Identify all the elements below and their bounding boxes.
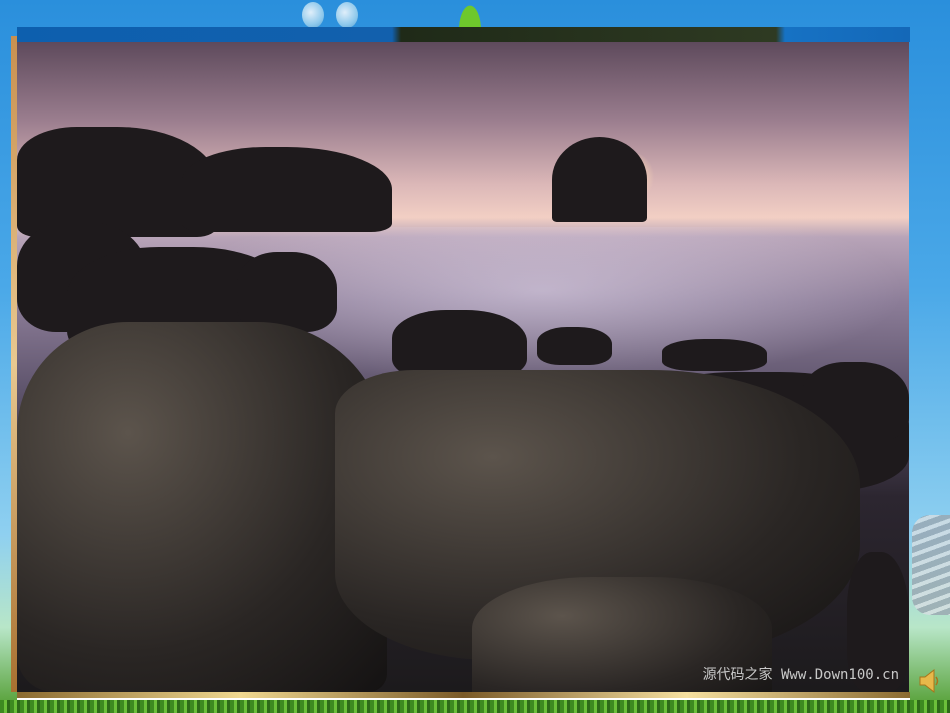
- bubble-decoration: [336, 2, 358, 28]
- rock: [237, 252, 337, 332]
- watermark-text: 源代码之家 Www.Down100.cn: [702, 667, 899, 683]
- seascape-photo: 源代码之家 Www.Down100.cn: [17, 42, 909, 692]
- bubble-decoration: [302, 2, 324, 28]
- photo-bottom-strip: [17, 692, 910, 700]
- grass-decoration: [0, 700, 950, 713]
- foreground-boulder: [17, 322, 387, 692]
- snake-decoration: [912, 515, 950, 615]
- rock: [537, 327, 612, 365]
- rock: [662, 339, 767, 371]
- photo-top-band: [17, 27, 910, 42]
- speaker-icon[interactable]: [918, 668, 940, 694]
- rock: [182, 147, 392, 232]
- rock-spire: [552, 137, 647, 222]
